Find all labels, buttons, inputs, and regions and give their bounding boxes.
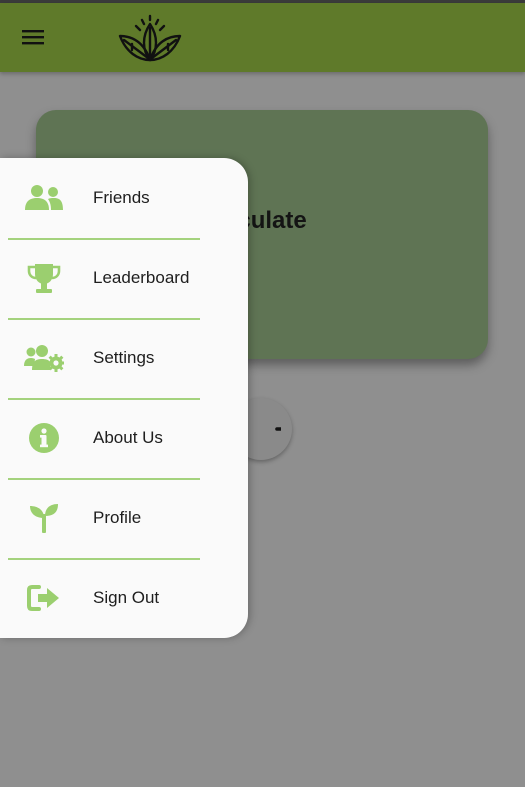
- drawer-item-label: Leaderboard: [93, 268, 190, 287]
- app-bar: [0, 3, 525, 72]
- seedling-icon: [24, 500, 64, 536]
- users-icon: [24, 180, 64, 216]
- navigation-drawer: Friends Leaderboard Settings About Us Pr…: [0, 158, 248, 638]
- drawer-item-label: Profile: [93, 508, 142, 527]
- drawer-item-label: About Us: [93, 428, 163, 447]
- sign-out-icon: [24, 580, 64, 616]
- drawer-item-profile[interactable]: Profile: [0, 478, 248, 558]
- hamburger-menu-icon: [22, 30, 44, 45]
- users-cog-icon: [24, 340, 64, 376]
- leaf-logo-icon: [118, 14, 182, 62]
- drawer-item-settings[interactable]: Settings: [0, 318, 248, 398]
- drawer-item-leaderboard[interactable]: Leaderboard: [0, 238, 248, 318]
- menu-button[interactable]: [14, 21, 52, 53]
- info-circle-icon: [24, 420, 64, 456]
- drawer-item-label: Friends: [93, 188, 150, 207]
- drawer-item-about-us[interactable]: About Us: [0, 398, 248, 478]
- drawer-item-label: Sign Out: [93, 588, 160, 607]
- trophy-icon: [24, 260, 64, 296]
- drawer-item-label: Settings: [93, 348, 155, 367]
- drawer-item-sign-out[interactable]: Sign Out: [0, 558, 248, 638]
- drawer-item-friends[interactable]: Friends: [0, 158, 248, 238]
